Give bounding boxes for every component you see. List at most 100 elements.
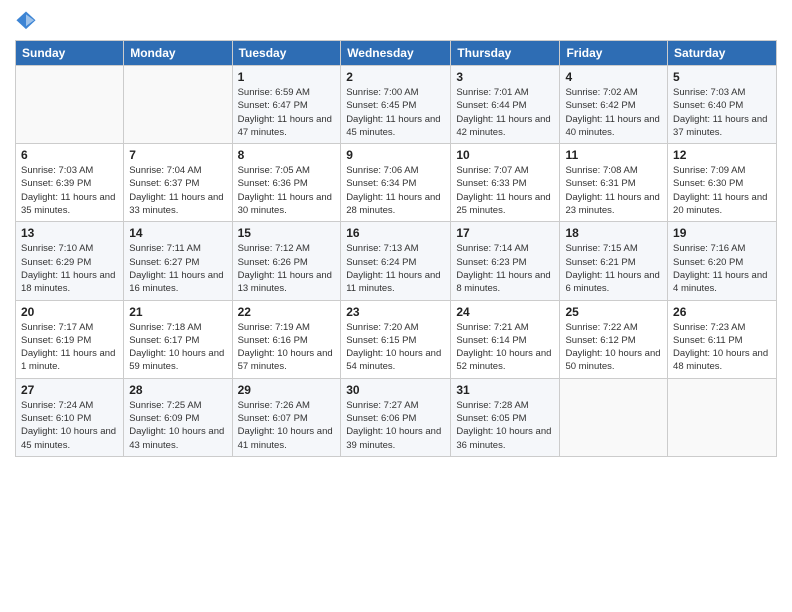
day-info: Sunrise: 7:01 AMSunset: 6:44 PMDaylight:…	[456, 86, 554, 139]
day-number: 5	[673, 70, 771, 84]
calendar-cell: 31Sunrise: 7:28 AMSunset: 6:05 PMDayligh…	[451, 378, 560, 456]
day-number: 28	[129, 383, 226, 397]
weekday-header-friday: Friday	[560, 41, 668, 66]
weekday-header-thursday: Thursday	[451, 41, 560, 66]
calendar-page: SundayMondayTuesdayWednesdayThursdayFrid…	[0, 0, 792, 612]
calendar-cell: 14 Sunrise: 7:11 AMSunset: 6:27 PMDayligh…	[124, 222, 232, 300]
calendar-cell	[16, 66, 124, 144]
day-info: Sunrise: 7:03 AMSunset: 6:39 PMDaylight:…	[21, 164, 118, 217]
day-info: Sunrise: 7:20 AMSunset: 6:15 PMDaylight:…	[346, 321, 445, 374]
day-number: 19	[673, 226, 771, 240]
day-info: Sunrise: 7:22 AMSunset: 6:12 PMDaylight:…	[565, 321, 662, 374]
day-info: Sunrise: 7:02 AMSunset: 6:42 PMDaylight:…	[565, 86, 662, 139]
day-info: Sunrise: 7:27 AMSunset: 6:06 PMDaylight:…	[346, 399, 445, 452]
day-info: Sunrise: 7:26 AMSunset: 6:07 PMDaylight:…	[238, 399, 336, 452]
day-info: Sunrise: 7:19 AMSunset: 6:16 PMDaylight:…	[238, 321, 336, 374]
calendar-table: SundayMondayTuesdayWednesdayThursdayFrid…	[15, 40, 777, 457]
day-number: 22	[238, 305, 336, 319]
calendar-week-4: 20 Sunrise: 7:17 AMSunset: 6:19 PMDayligh…	[16, 300, 777, 378]
calendar-cell: 21 Sunrise: 7:18 AMSunset: 6:17 PMDayligh…	[124, 300, 232, 378]
day-number: 9	[346, 148, 445, 162]
calendar-cell: 16 Sunrise: 7:13 AMSunset: 6:24 PMDayligh…	[341, 222, 451, 300]
day-number: 10	[456, 148, 554, 162]
day-number: 11	[565, 148, 662, 162]
day-number: 13	[21, 226, 118, 240]
day-info: Sunrise: 7:00 AMSunset: 6:45 PMDaylight:…	[346, 86, 445, 139]
day-number: 1	[238, 70, 336, 84]
day-info: Sunrise: 7:14 AMSunset: 6:23 PMDaylight:…	[456, 242, 554, 295]
calendar-cell: 1 Sunrise: 6:59 AMSunset: 6:47 PMDaylight…	[232, 66, 341, 144]
calendar-cell: 25 Sunrise: 7:22 AMSunset: 6:12 PMDayligh…	[560, 300, 668, 378]
calendar-cell: 5Sunrise: 7:03 AMSunset: 6:40 PMDaylight…	[668, 66, 777, 144]
day-info: Sunrise: 7:24 AMSunset: 6:10 PMDaylight:…	[21, 399, 118, 452]
weekday-header-row: SundayMondayTuesdayWednesdayThursdayFrid…	[16, 41, 777, 66]
day-info: Sunrise: 7:28 AMSunset: 6:05 PMDaylight:…	[456, 399, 554, 452]
day-number: 6	[21, 148, 118, 162]
calendar-cell: 2Sunrise: 7:00 AMSunset: 6:45 PMDaylight…	[341, 66, 451, 144]
day-info: Sunrise: 7:11 AMSunset: 6:27 PMDaylight:…	[129, 242, 226, 295]
day-info: Sunrise: 7:12 AMSunset: 6:26 PMDaylight:…	[238, 242, 336, 295]
calendar-cell: 26 Sunrise: 7:23 AMSunset: 6:11 PMDayligh…	[668, 300, 777, 378]
day-info: Sunrise: 7:17 AMSunset: 6:19 PMDaylight:…	[21, 321, 118, 374]
calendar-cell: 12Sunrise: 7:09 AMSunset: 6:30 PMDayligh…	[668, 144, 777, 222]
day-number: 29	[238, 383, 336, 397]
day-number: 15	[238, 226, 336, 240]
calendar-cell: 30 Sunrise: 7:27 AMSunset: 6:06 PMDayligh…	[341, 378, 451, 456]
logo-icon	[15, 10, 37, 32]
header	[15, 10, 777, 32]
calendar-cell: 22 Sunrise: 7:19 AMSunset: 6:16 PMDayligh…	[232, 300, 341, 378]
calendar-cell: 4 Sunrise: 7:02 AMSunset: 6:42 PMDaylight…	[560, 66, 668, 144]
calendar-cell: 6 Sunrise: 7:03 AMSunset: 6:39 PMDaylight…	[16, 144, 124, 222]
day-number: 3	[456, 70, 554, 84]
day-number: 20	[21, 305, 118, 319]
calendar-cell	[668, 378, 777, 456]
day-info: Sunrise: 7:23 AMSunset: 6:11 PMDaylight:…	[673, 321, 771, 374]
weekday-header-tuesday: Tuesday	[232, 41, 341, 66]
calendar-cell: 10 Sunrise: 7:07 AMSunset: 6:33 PMDayligh…	[451, 144, 560, 222]
day-number: 18	[565, 226, 662, 240]
calendar-cell: 18 Sunrise: 7:15 AMSunset: 6:21 PMDayligh…	[560, 222, 668, 300]
calendar-cell: 13 Sunrise: 7:10 AMSunset: 6:29 PMDayligh…	[16, 222, 124, 300]
calendar-cell: 7 Sunrise: 7:04 AMSunset: 6:37 PMDaylight…	[124, 144, 232, 222]
calendar-cell	[560, 378, 668, 456]
weekday-header-monday: Monday	[124, 41, 232, 66]
day-number: 21	[129, 305, 226, 319]
day-number: 4	[565, 70, 662, 84]
calendar-cell: 17 Sunrise: 7:14 AMSunset: 6:23 PMDayligh…	[451, 222, 560, 300]
day-number: 24	[456, 305, 554, 319]
day-number: 12	[673, 148, 771, 162]
day-info: Sunrise: 6:59 AMSunset: 6:47 PMDaylight:…	[238, 86, 336, 139]
calendar-cell: 29 Sunrise: 7:26 AMSunset: 6:07 PMDayligh…	[232, 378, 341, 456]
day-number: 16	[346, 226, 445, 240]
weekday-header-saturday: Saturday	[668, 41, 777, 66]
calendar-cell: 19 Sunrise: 7:16 AMSunset: 6:20 PMDayligh…	[668, 222, 777, 300]
day-info: Sunrise: 7:05 AMSunset: 6:36 PMDaylight:…	[238, 164, 336, 217]
day-number: 8	[238, 148, 336, 162]
day-info: Sunrise: 7:04 AMSunset: 6:37 PMDaylight:…	[129, 164, 226, 217]
day-info: Sunrise: 7:16 AMSunset: 6:20 PMDaylight:…	[673, 242, 771, 295]
calendar-cell: 24 Sunrise: 7:21 AMSunset: 6:14 PMDayligh…	[451, 300, 560, 378]
day-info: Sunrise: 7:10 AMSunset: 6:29 PMDaylight:…	[21, 242, 118, 295]
calendar-cell: 27 Sunrise: 7:24 AMSunset: 6:10 PMDayligh…	[16, 378, 124, 456]
day-number: 30	[346, 383, 445, 397]
day-info: Sunrise: 7:18 AMSunset: 6:17 PMDaylight:…	[129, 321, 226, 374]
day-number: 7	[129, 148, 226, 162]
day-number: 14	[129, 226, 226, 240]
calendar-cell: 8 Sunrise: 7:05 AMSunset: 6:36 PMDaylight…	[232, 144, 341, 222]
day-number: 26	[673, 305, 771, 319]
day-number: 25	[565, 305, 662, 319]
day-number: 17	[456, 226, 554, 240]
day-info: Sunrise: 7:13 AMSunset: 6:24 PMDaylight:…	[346, 242, 445, 295]
day-info: Sunrise: 7:07 AMSunset: 6:33 PMDaylight:…	[456, 164, 554, 217]
day-info: Sunrise: 7:25 AMSunset: 6:09 PMDaylight:…	[129, 399, 226, 452]
calendar-cell: 9Sunrise: 7:06 AMSunset: 6:34 PMDaylight…	[341, 144, 451, 222]
day-info: Sunrise: 7:08 AMSunset: 6:31 PMDaylight:…	[565, 164, 662, 217]
day-number: 23	[346, 305, 445, 319]
calendar-week-2: 6 Sunrise: 7:03 AMSunset: 6:39 PMDaylight…	[16, 144, 777, 222]
day-info: Sunrise: 7:15 AMSunset: 6:21 PMDaylight:…	[565, 242, 662, 295]
day-info: Sunrise: 7:21 AMSunset: 6:14 PMDaylight:…	[456, 321, 554, 374]
calendar-cell: 20 Sunrise: 7:17 AMSunset: 6:19 PMDayligh…	[16, 300, 124, 378]
day-number: 27	[21, 383, 118, 397]
calendar-cell: 11 Sunrise: 7:08 AMSunset: 6:31 PMDayligh…	[560, 144, 668, 222]
calendar-cell: 23 Sunrise: 7:20 AMSunset: 6:15 PMDayligh…	[341, 300, 451, 378]
